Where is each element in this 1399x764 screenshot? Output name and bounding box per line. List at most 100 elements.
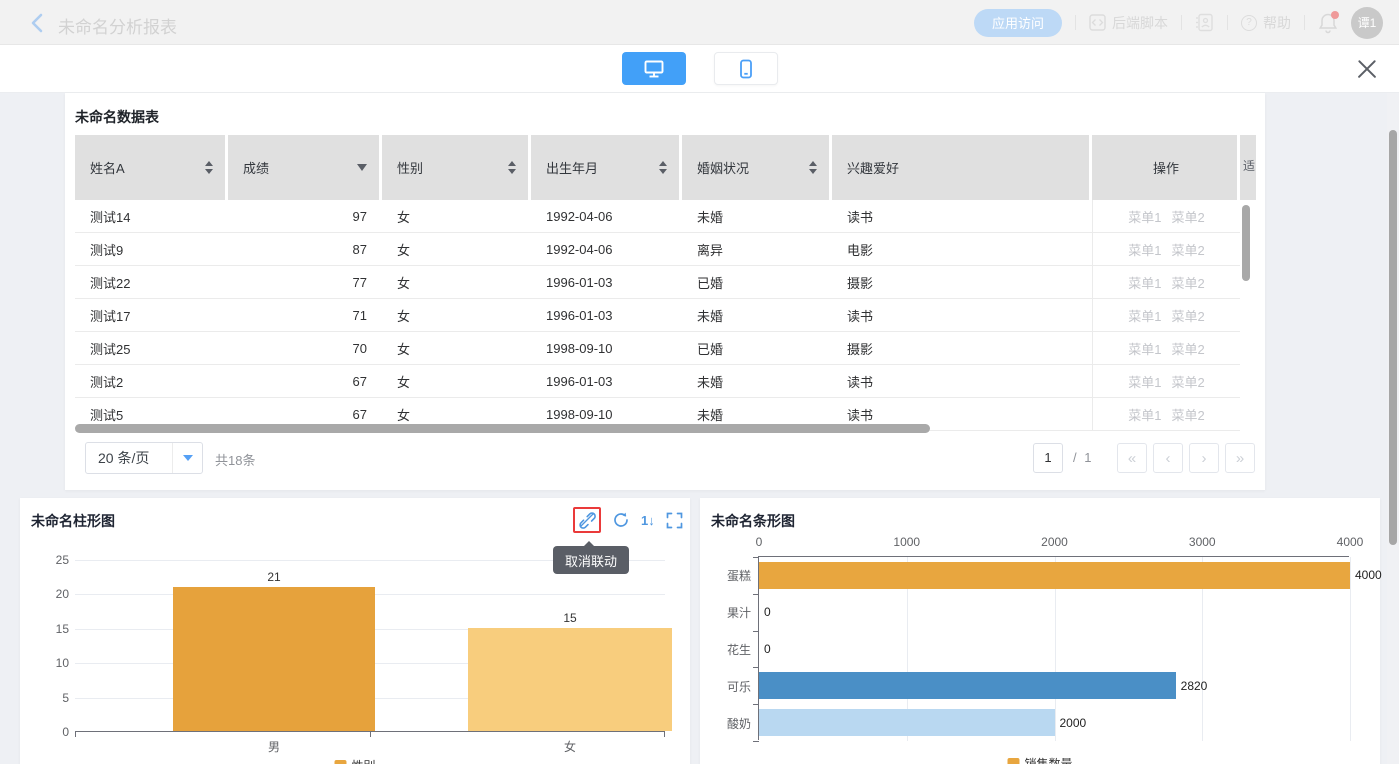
bar-chart-legend[interactable]: 销售数量 xyxy=(1007,755,1072,764)
data-table-card: 未命名数据表 姓名A 成绩 性别 出生年月 婚姻状况 兴趣爱好 操作 适 测试1… xyxy=(65,93,1265,490)
sort-desc-icon[interactable] xyxy=(357,164,367,171)
table-row[interactable]: 测试267女1996-01-03未婚读书菜单1菜单2 xyxy=(75,365,1240,398)
chart-toolbar: 1↓ xyxy=(573,507,683,533)
page-scrollbar-thumb[interactable] xyxy=(1389,130,1397,545)
pagination-bar: 20 条/页 共18条 1 / 1 « ‹ › » xyxy=(65,434,1265,482)
action-menu-link[interactable]: 菜单1 xyxy=(1128,405,1161,424)
action-menu-link[interactable]: 菜单2 xyxy=(1172,273,1205,292)
question-icon: ? xyxy=(1241,15,1257,31)
table-row[interactable]: 测试2277女1996-01-03已婚摄影菜单1菜单2 xyxy=(75,266,1240,299)
next-page-button[interactable]: › xyxy=(1189,443,1219,473)
page-number-input[interactable]: 1 xyxy=(1033,443,1063,473)
table-vertical-scrollbar[interactable] xyxy=(1242,205,1250,281)
action-menu-link[interactable]: 菜单1 xyxy=(1128,339,1161,358)
table-row[interactable]: 测试987女1992-04-06离异电影菜单1菜单2 xyxy=(75,233,1240,266)
table-row[interactable]: 测试2570女1998-09-10已婚摄影菜单1菜单2 xyxy=(75,332,1240,365)
column-header[interactable]: 出生年月 xyxy=(531,135,682,200)
action-menu-link[interactable]: 菜单2 xyxy=(1172,207,1205,226)
action-menu-link[interactable]: 菜单1 xyxy=(1128,207,1161,226)
table-cell: 77 xyxy=(228,266,382,298)
x-axis-tick-label: 4000 xyxy=(1328,535,1372,549)
column-header[interactable]: 婚姻状况 xyxy=(682,135,832,200)
refresh-icon[interactable] xyxy=(612,511,630,529)
desktop-view-toggle[interactable] xyxy=(622,52,686,85)
action-menu-link[interactable]: 菜单1 xyxy=(1128,273,1161,292)
table-horizontal-scrollbar[interactable] xyxy=(75,424,930,433)
row-actions: 菜单1 菜单2 xyxy=(1092,266,1240,298)
table-cell: 1996-01-03 xyxy=(531,266,682,298)
action-menu-link[interactable]: 菜单1 xyxy=(1128,240,1161,259)
prev-page-button[interactable]: ‹ xyxy=(1153,443,1183,473)
bar-chart-card: 未命名条形图 01000200030004000蛋糕4000果汁0花生0可乐28… xyxy=(700,498,1380,764)
notification-bell-icon[interactable] xyxy=(1318,12,1338,34)
bar-酸奶[interactable] xyxy=(759,709,1055,736)
column-chart-title: 未命名柱形图 xyxy=(31,511,115,531)
bar-value-label: 15 xyxy=(468,611,672,625)
y-axis-category-label: 蛋糕 xyxy=(705,567,751,584)
action-menu-link[interactable]: 菜单2 xyxy=(1172,405,1205,424)
code-icon xyxy=(1089,14,1106,31)
action-menu-link[interactable]: 菜单2 xyxy=(1172,240,1205,259)
axis-tick xyxy=(753,667,759,668)
action-menu-link[interactable]: 菜单2 xyxy=(1172,339,1205,358)
user-avatar[interactable]: 谭1 xyxy=(1351,7,1383,39)
last-page-button[interactable]: » xyxy=(1225,443,1255,473)
table-cell: 70 xyxy=(228,332,382,364)
bar-蛋糕[interactable] xyxy=(759,562,1350,589)
chevron-left-icon: ‹ xyxy=(1166,450,1171,467)
help-button[interactable]: ? 帮助 xyxy=(1241,13,1291,33)
close-icon[interactable] xyxy=(1356,58,1378,80)
contacts-icon[interactable] xyxy=(1195,13,1214,32)
back-icon[interactable] xyxy=(30,13,44,33)
sort-toggle-icon[interactable] xyxy=(205,161,213,174)
action-menu-link[interactable]: 菜单1 xyxy=(1128,306,1161,325)
total-count-label: 共18条 xyxy=(215,450,255,469)
column-header[interactable]: 姓名A xyxy=(75,135,228,200)
table-title: 未命名数据表 xyxy=(75,107,159,127)
table-cell: 67 xyxy=(228,365,382,397)
axis-tick xyxy=(753,557,759,558)
action-menu-link[interactable]: 菜单2 xyxy=(1172,306,1205,325)
sort-value-icon[interactable]: 1↓ xyxy=(641,513,655,528)
column-bar-男[interactable]: 21 xyxy=(173,587,375,731)
action-menu-link[interactable]: 菜单2 xyxy=(1172,372,1205,391)
row-actions: 菜单1 菜单2 xyxy=(1092,398,1240,430)
table-cell: 读书 xyxy=(832,365,1092,397)
column-header[interactable]: 操作 xyxy=(1092,135,1240,200)
table-cell: 71 xyxy=(228,299,382,331)
column-header[interactable]: 性别 xyxy=(382,135,531,200)
bar-可乐[interactable] xyxy=(759,672,1176,699)
mobile-view-toggle[interactable] xyxy=(714,52,778,85)
table-row[interactable]: 测试1497女1992-04-06未婚读书菜单1菜单2 xyxy=(75,200,1240,233)
action-menu-link[interactable]: 菜单1 xyxy=(1128,372,1161,391)
unlink-icon[interactable] xyxy=(573,507,601,533)
column-header[interactable]: 成绩 xyxy=(228,135,382,200)
column-header[interactable]: 兴趣爱好 xyxy=(832,135,1092,200)
x-axis-category-label: 男 xyxy=(173,738,375,755)
table-cell: 女 xyxy=(382,299,531,331)
sort-toggle-icon[interactable] xyxy=(659,161,667,174)
clipped-column-header: 适 xyxy=(1240,135,1256,200)
page-size-select[interactable]: 20 条/页 xyxy=(85,442,203,474)
table-body: 测试1497女1992-04-06未婚读书菜单1菜单2测试987女1992-04… xyxy=(75,200,1240,431)
gridline xyxy=(1350,557,1351,741)
table-cell: 1998-09-10 xyxy=(531,332,682,364)
fullscreen-icon[interactable] xyxy=(666,512,683,529)
phone-icon xyxy=(736,58,756,80)
monitor-icon xyxy=(643,59,665,79)
table-cell: 女 xyxy=(382,233,531,265)
sort-toggle-icon[interactable] xyxy=(508,161,516,174)
bar-value-label: 0 xyxy=(764,605,771,619)
column-chart-legend[interactable]: 性别 xyxy=(334,757,375,764)
first-page-button[interactable]: « xyxy=(1117,443,1147,473)
report-preview-page: 未命名分析报表 应用访问 后端脚本 xyxy=(0,0,1399,764)
sort-toggle-icon[interactable] xyxy=(809,161,817,174)
backend-script-button[interactable]: 后端脚本 xyxy=(1089,13,1168,33)
column-bar-女[interactable]: 15 xyxy=(468,628,672,731)
app-access-button[interactable]: 应用访问 xyxy=(974,9,1062,37)
bar-chart-plot: 01000200030004000蛋糕4000果汁0花生0可乐2820酸奶200… xyxy=(758,556,1349,740)
page-scrollbar[interactable] xyxy=(1387,93,1399,764)
table-row[interactable]: 测试1771女1996-01-03未婚读书菜单1菜单2 xyxy=(75,299,1240,332)
legend-swatch xyxy=(334,760,346,764)
table-cell: 女 xyxy=(382,200,531,232)
